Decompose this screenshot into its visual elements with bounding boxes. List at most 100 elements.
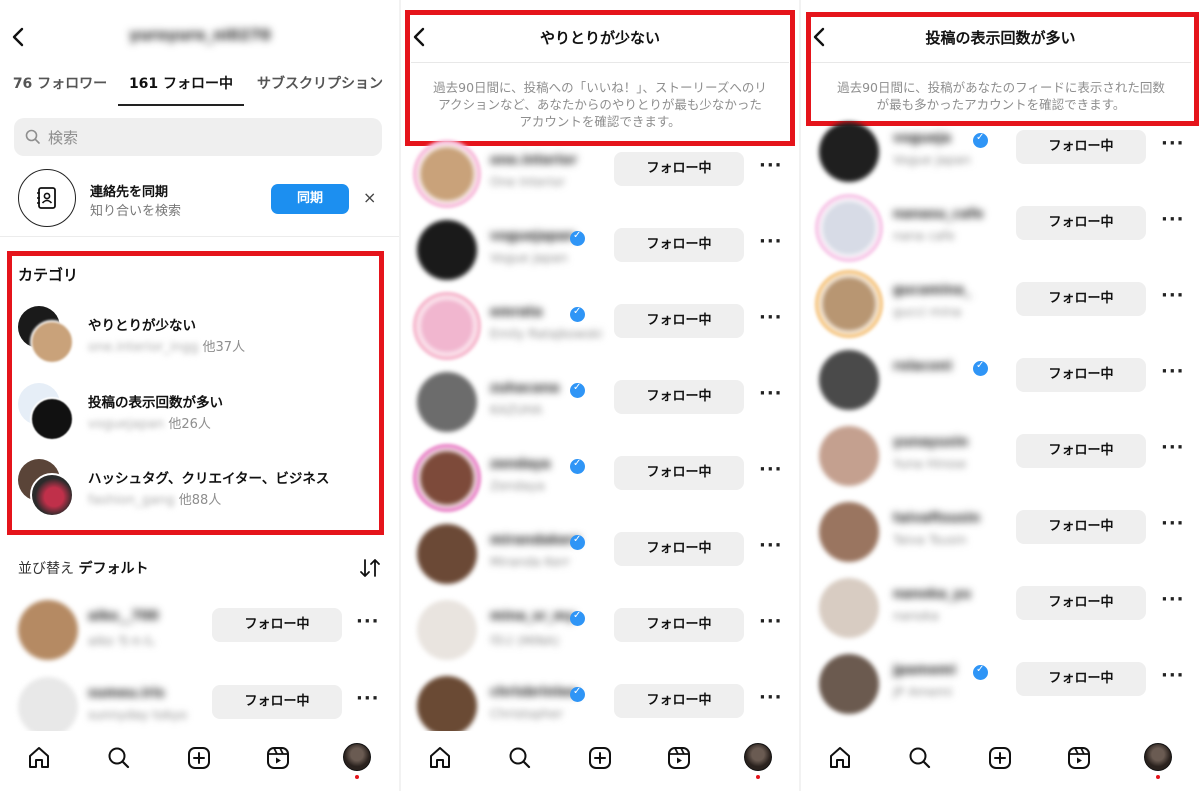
following-button[interactable]: フォロー中 — [614, 684, 744, 718]
more-horizontal-icon[interactable]: ··· — [356, 611, 380, 632]
more-horizontal-icon[interactable]: ··· — [1161, 437, 1185, 458]
tab-followers[interactable]: 76 フォロワー — [12, 70, 108, 108]
avatar[interactable] — [819, 122, 879, 182]
profile-avatar[interactable] — [744, 743, 772, 771]
avatar[interactable] — [417, 220, 477, 280]
avatar[interactable] — [417, 448, 477, 508]
full-name: aiko ちゃん — [88, 633, 156, 648]
search-icon[interactable] — [106, 745, 132, 771]
username: mina_sr_my — [490, 609, 576, 624]
following-button[interactable]: フォロー中 — [614, 532, 744, 566]
following-button[interactable]: フォロー中 — [614, 608, 744, 642]
more-horizontal-icon[interactable]: ··· — [1161, 589, 1185, 610]
profile-avatar[interactable] — [1144, 743, 1172, 771]
account-row[interactable]: aiko__700 aiko ちゃん フォロー中 ··· — [0, 595, 399, 665]
username: voguejapan — [490, 229, 576, 244]
avatar[interactable] — [417, 524, 477, 584]
more-horizontal-icon[interactable]: ··· — [1161, 513, 1185, 534]
more-horizontal-icon[interactable]: ··· — [1161, 133, 1185, 154]
account-row[interactable]: nanasu_cafe nana cafe フォロー中 ··· — [801, 193, 1200, 263]
more-horizontal-icon[interactable]: ··· — [759, 231, 783, 252]
sync-button[interactable]: 同期 — [271, 184, 349, 214]
plus-square-icon[interactable] — [587, 745, 613, 771]
account-row[interactable]: emrata Emily Ratajkowski フォロー中 ··· — [401, 291, 799, 361]
more-horizontal-icon[interactable]: ··· — [759, 155, 783, 176]
following-button[interactable]: フォロー中 — [1016, 586, 1146, 620]
following-button[interactable]: フォロー中 — [1016, 358, 1146, 392]
more-horizontal-icon[interactable]: ··· — [759, 383, 783, 404]
account-row[interactable]: one.interior One Interior フォロー中 ··· — [401, 139, 799, 209]
avatar[interactable] — [819, 578, 879, 638]
account-row[interactable]: gucamina_ gucci mina フォロー中 ··· — [801, 269, 1200, 339]
avatar[interactable] — [819, 274, 879, 334]
plus-square-icon[interactable] — [186, 745, 212, 771]
following-button[interactable]: フォロー中 — [614, 152, 744, 186]
avatar[interactable] — [417, 144, 477, 204]
home-icon[interactable] — [827, 745, 853, 771]
avatar[interactable] — [819, 350, 879, 410]
more-horizontal-icon[interactable]: ··· — [356, 688, 380, 709]
search-icon[interactable] — [507, 745, 533, 771]
home-icon[interactable] — [427, 745, 453, 771]
more-horizontal-icon[interactable]: ··· — [1161, 209, 1185, 230]
following-button[interactable]: フォロー中 — [614, 380, 744, 414]
least-interacted-screen: やりとりが少ない 過去90日間に、投稿への「いいね！」、ストーリーズへのリ アク… — [401, 0, 799, 791]
avatar[interactable] — [819, 654, 879, 714]
search-icon[interactable] — [907, 745, 933, 771]
more-horizontal-icon[interactable]: ··· — [1161, 665, 1185, 686]
following-button[interactable]: フォロー中 — [1016, 206, 1146, 240]
tab-subscriptions[interactable]: サブスクリプション — [252, 70, 388, 108]
avatar[interactable] — [417, 296, 477, 356]
following-button[interactable]: フォロー中 — [1016, 662, 1146, 696]
account-row[interactable]: mirandakerr Miranda Kerr フォロー中 ··· — [401, 519, 799, 589]
back-chevron-icon[interactable] — [8, 26, 30, 48]
avatar[interactable] — [417, 372, 477, 432]
profile-username: yuroyuro_ni0270 — [129, 26, 271, 44]
account-row[interactable]: jpamemi JP Amemi フォロー中 ··· — [801, 649, 1200, 719]
account-row[interactable]: zuhacana KAZUHA フォロー中 ··· — [401, 367, 799, 437]
avatar[interactable] — [18, 600, 78, 660]
more-horizontal-icon[interactable]: ··· — [1161, 285, 1185, 306]
following-button[interactable]: フォロー中 — [1016, 434, 1146, 468]
reels-icon[interactable] — [1066, 745, 1092, 771]
account-row[interactable]: voguejapan Vogue Japan フォロー中 ··· — [401, 215, 799, 285]
profile-avatar[interactable] — [343, 743, 371, 771]
account-row[interactable]: mina_sr_my 미나 (MINA) フォロー中 ··· — [401, 595, 799, 665]
account-row[interactable]: rolaconi フォロー中 ··· — [801, 345, 1200, 415]
reels-icon[interactable] — [265, 745, 291, 771]
following-button[interactable]: フォロー中 — [212, 685, 342, 719]
account-row[interactable]: taivaftsusin Taiva Tsusin フォロー中 ··· — [801, 497, 1200, 567]
avatar[interactable] — [417, 600, 477, 660]
close-icon[interactable]: × — [363, 188, 376, 207]
following-button[interactable]: フォロー中 — [614, 228, 744, 262]
account-row[interactable]: nanoka_yu nanoka フォロー中 ··· — [801, 573, 1200, 643]
following-button[interactable]: フォロー中 — [614, 304, 744, 338]
following-button[interactable]: フォロー中 — [614, 456, 744, 490]
tab-following[interactable]: 161 フォロー中 — [118, 70, 244, 108]
avatar[interactable] — [417, 676, 477, 736]
more-horizontal-icon[interactable]: ··· — [759, 459, 783, 480]
avatar[interactable] — [819, 198, 879, 258]
following-button[interactable]: フォロー中 — [1016, 282, 1146, 316]
avatar[interactable] — [18, 677, 78, 737]
following-button[interactable]: フォロー中 — [212, 608, 342, 642]
search-input[interactable]: 検索 — [14, 118, 382, 156]
account-row[interactable]: zendaya Zendaya フォロー中 ··· — [401, 443, 799, 513]
following-button[interactable]: フォロー中 — [1016, 130, 1146, 164]
verified-badge-icon — [570, 306, 585, 322]
home-icon[interactable] — [26, 745, 52, 771]
sort-arrows-icon[interactable] — [358, 556, 382, 580]
following-button[interactable]: フォロー中 — [1016, 510, 1146, 544]
reels-icon[interactable] — [666, 745, 692, 771]
more-horizontal-icon[interactable]: ··· — [759, 611, 783, 632]
more-horizontal-icon[interactable]: ··· — [759, 535, 783, 556]
account-row[interactable]: yunayuxin Yuna Hirose フォロー中 ··· — [801, 421, 1200, 491]
plus-square-icon[interactable] — [987, 745, 1013, 771]
more-horizontal-icon[interactable]: ··· — [759, 687, 783, 708]
avatar[interactable] — [819, 502, 879, 562]
avatar[interactable] — [819, 426, 879, 486]
more-horizontal-icon[interactable]: ··· — [1161, 361, 1185, 382]
sort-row[interactable]: 並び替え デフォルト — [18, 556, 382, 580]
account-row[interactable]: vogueja Vogue Japan フォロー中 ··· — [801, 117, 1200, 187]
more-horizontal-icon[interactable]: ··· — [759, 307, 783, 328]
